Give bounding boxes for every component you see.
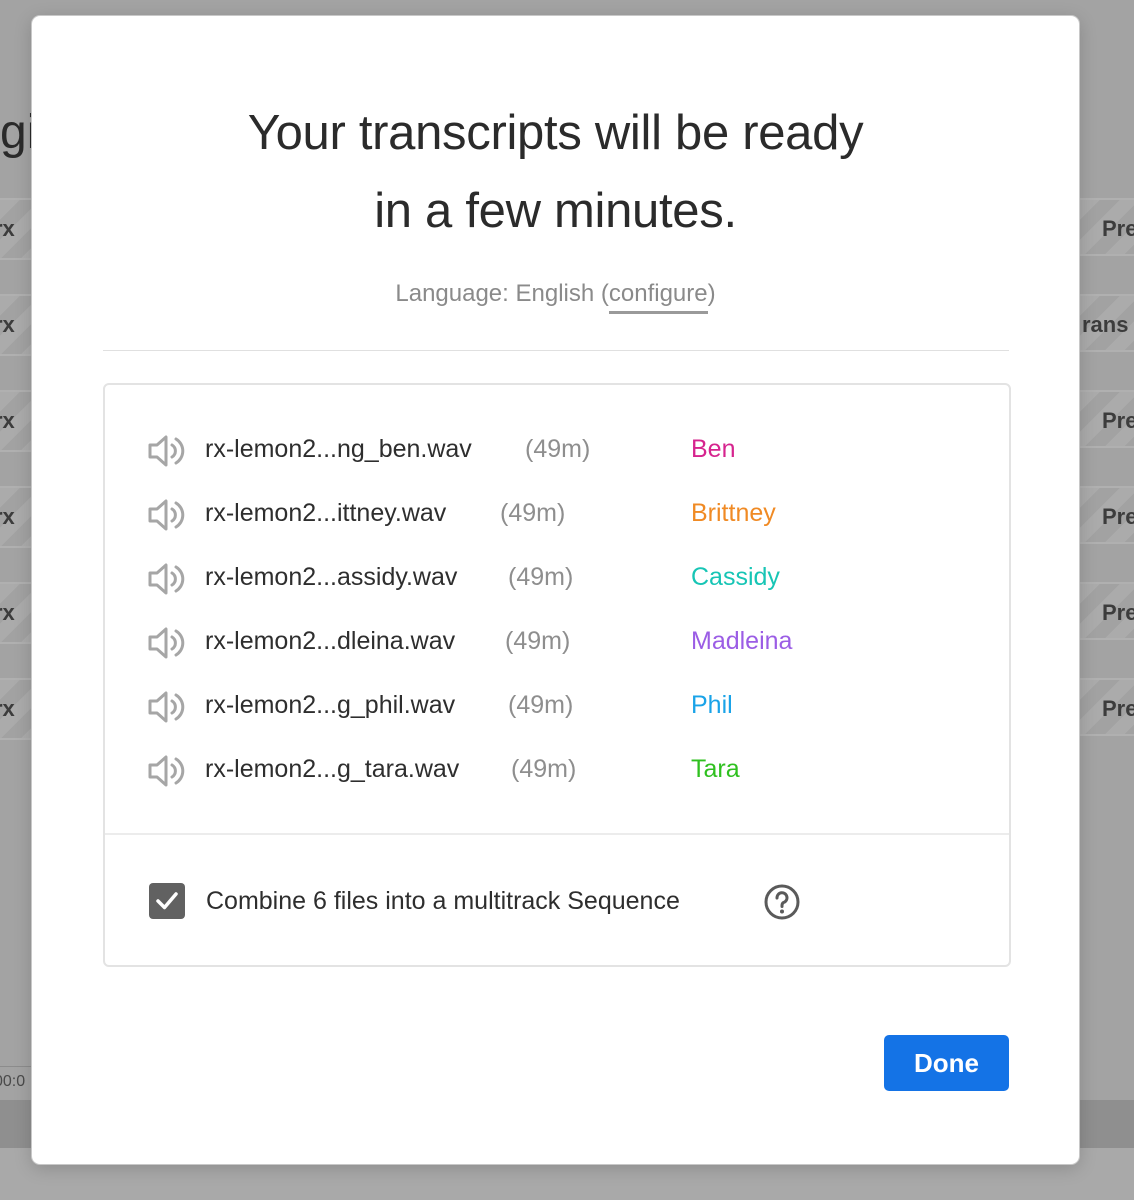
speaker-icon[interactable] xyxy=(147,561,187,597)
file-duration: (49m) xyxy=(505,627,571,655)
background-row-action: Pre xyxy=(1080,486,1134,544)
background-row-action: Pre xyxy=(1080,198,1134,256)
language-line: Language: English (configure) xyxy=(32,280,1079,314)
file-row: rx-lemon2...assidy.wav (49m) Cassidy xyxy=(105,547,1009,611)
modal-title-line-1: Your transcripts will be ready xyxy=(247,106,864,160)
done-button[interactable]: Done xyxy=(884,1035,1009,1091)
speaker-name-phil[interactable]: Phil xyxy=(691,691,733,720)
combine-option: Combine 6 files into a multitrack Sequen… xyxy=(105,835,1009,963)
file-name: rx-lemon2...assidy.wav xyxy=(205,563,458,591)
question-icon[interactable] xyxy=(763,883,801,921)
file-row: rx-lemon2...ittney.wav (49m) Brittney xyxy=(105,483,1009,547)
background-row-action: Pre xyxy=(1080,582,1134,640)
language-label: Language: English ( xyxy=(395,280,609,307)
speaker-name-ben[interactable]: Ben xyxy=(691,435,735,464)
file-duration: (49m) xyxy=(511,755,577,783)
speaker-name-cassidy[interactable]: Cassidy xyxy=(691,563,780,592)
file-duration: (49m) xyxy=(525,435,591,463)
speaker-name-brittney[interactable]: Brittney xyxy=(691,499,776,528)
file-name: rx-lemon2...g_tara.wav xyxy=(205,755,460,783)
transcripts-modal: Your transcripts will be ready in a few … xyxy=(32,16,1079,1164)
background-row-action: Pre xyxy=(1080,390,1134,448)
checkmark-icon xyxy=(156,892,178,910)
combine-checkbox[interactable] xyxy=(149,883,185,919)
file-duration: (49m) xyxy=(500,499,566,527)
configure-link[interactable]: configure xyxy=(608,280,708,314)
file-row: rx-lemon2...g_phil.wav (49m) Phil xyxy=(105,675,1009,739)
file-duration: (49m) xyxy=(508,563,574,591)
speaker-icon[interactable] xyxy=(147,433,187,469)
background-row-action: Pre xyxy=(1080,678,1134,736)
modal-title: Your transcripts will be ready in a few … xyxy=(32,94,1079,250)
file-name: rx-lemon2...g_phil.wav xyxy=(205,691,456,719)
file-name: rx-lemon2...dleina.wav xyxy=(205,627,456,655)
speaker-icon[interactable] xyxy=(147,689,187,725)
speaker-icon[interactable] xyxy=(147,753,187,789)
file-list: rx-lemon2...ng_ben.wav (49m) Ben rx-lemo… xyxy=(105,419,1009,803)
divider xyxy=(103,350,1009,351)
file-duration: (49m) xyxy=(508,691,574,719)
speaker-name-madleina[interactable]: Madleina xyxy=(691,627,792,656)
modal-title-line-2: in a few minutes. xyxy=(374,184,737,238)
speaker-name-tara[interactable]: Tara xyxy=(691,755,740,784)
file-panel: rx-lemon2...ng_ben.wav (49m) Ben rx-lemo… xyxy=(103,383,1011,967)
file-name: rx-lemon2...ng_ben.wav xyxy=(205,435,472,463)
file-row: rx-lemon2...dleina.wav (49m) Madleina xyxy=(105,611,1009,675)
speaker-icon[interactable] xyxy=(147,497,187,533)
file-name: rx-lemon2...ittney.wav xyxy=(205,499,447,527)
file-row: rx-lemon2...ng_ben.wav (49m) Ben xyxy=(105,419,1009,483)
language-suffix: ) xyxy=(707,280,716,307)
speaker-icon[interactable] xyxy=(147,625,187,661)
file-row: rx-lemon2...g_tara.wav (49m) Tara xyxy=(105,739,1009,803)
background-row-action: rans xyxy=(1080,294,1134,352)
combine-label[interactable]: Combine 6 files into a multitrack Sequen… xyxy=(206,887,680,916)
